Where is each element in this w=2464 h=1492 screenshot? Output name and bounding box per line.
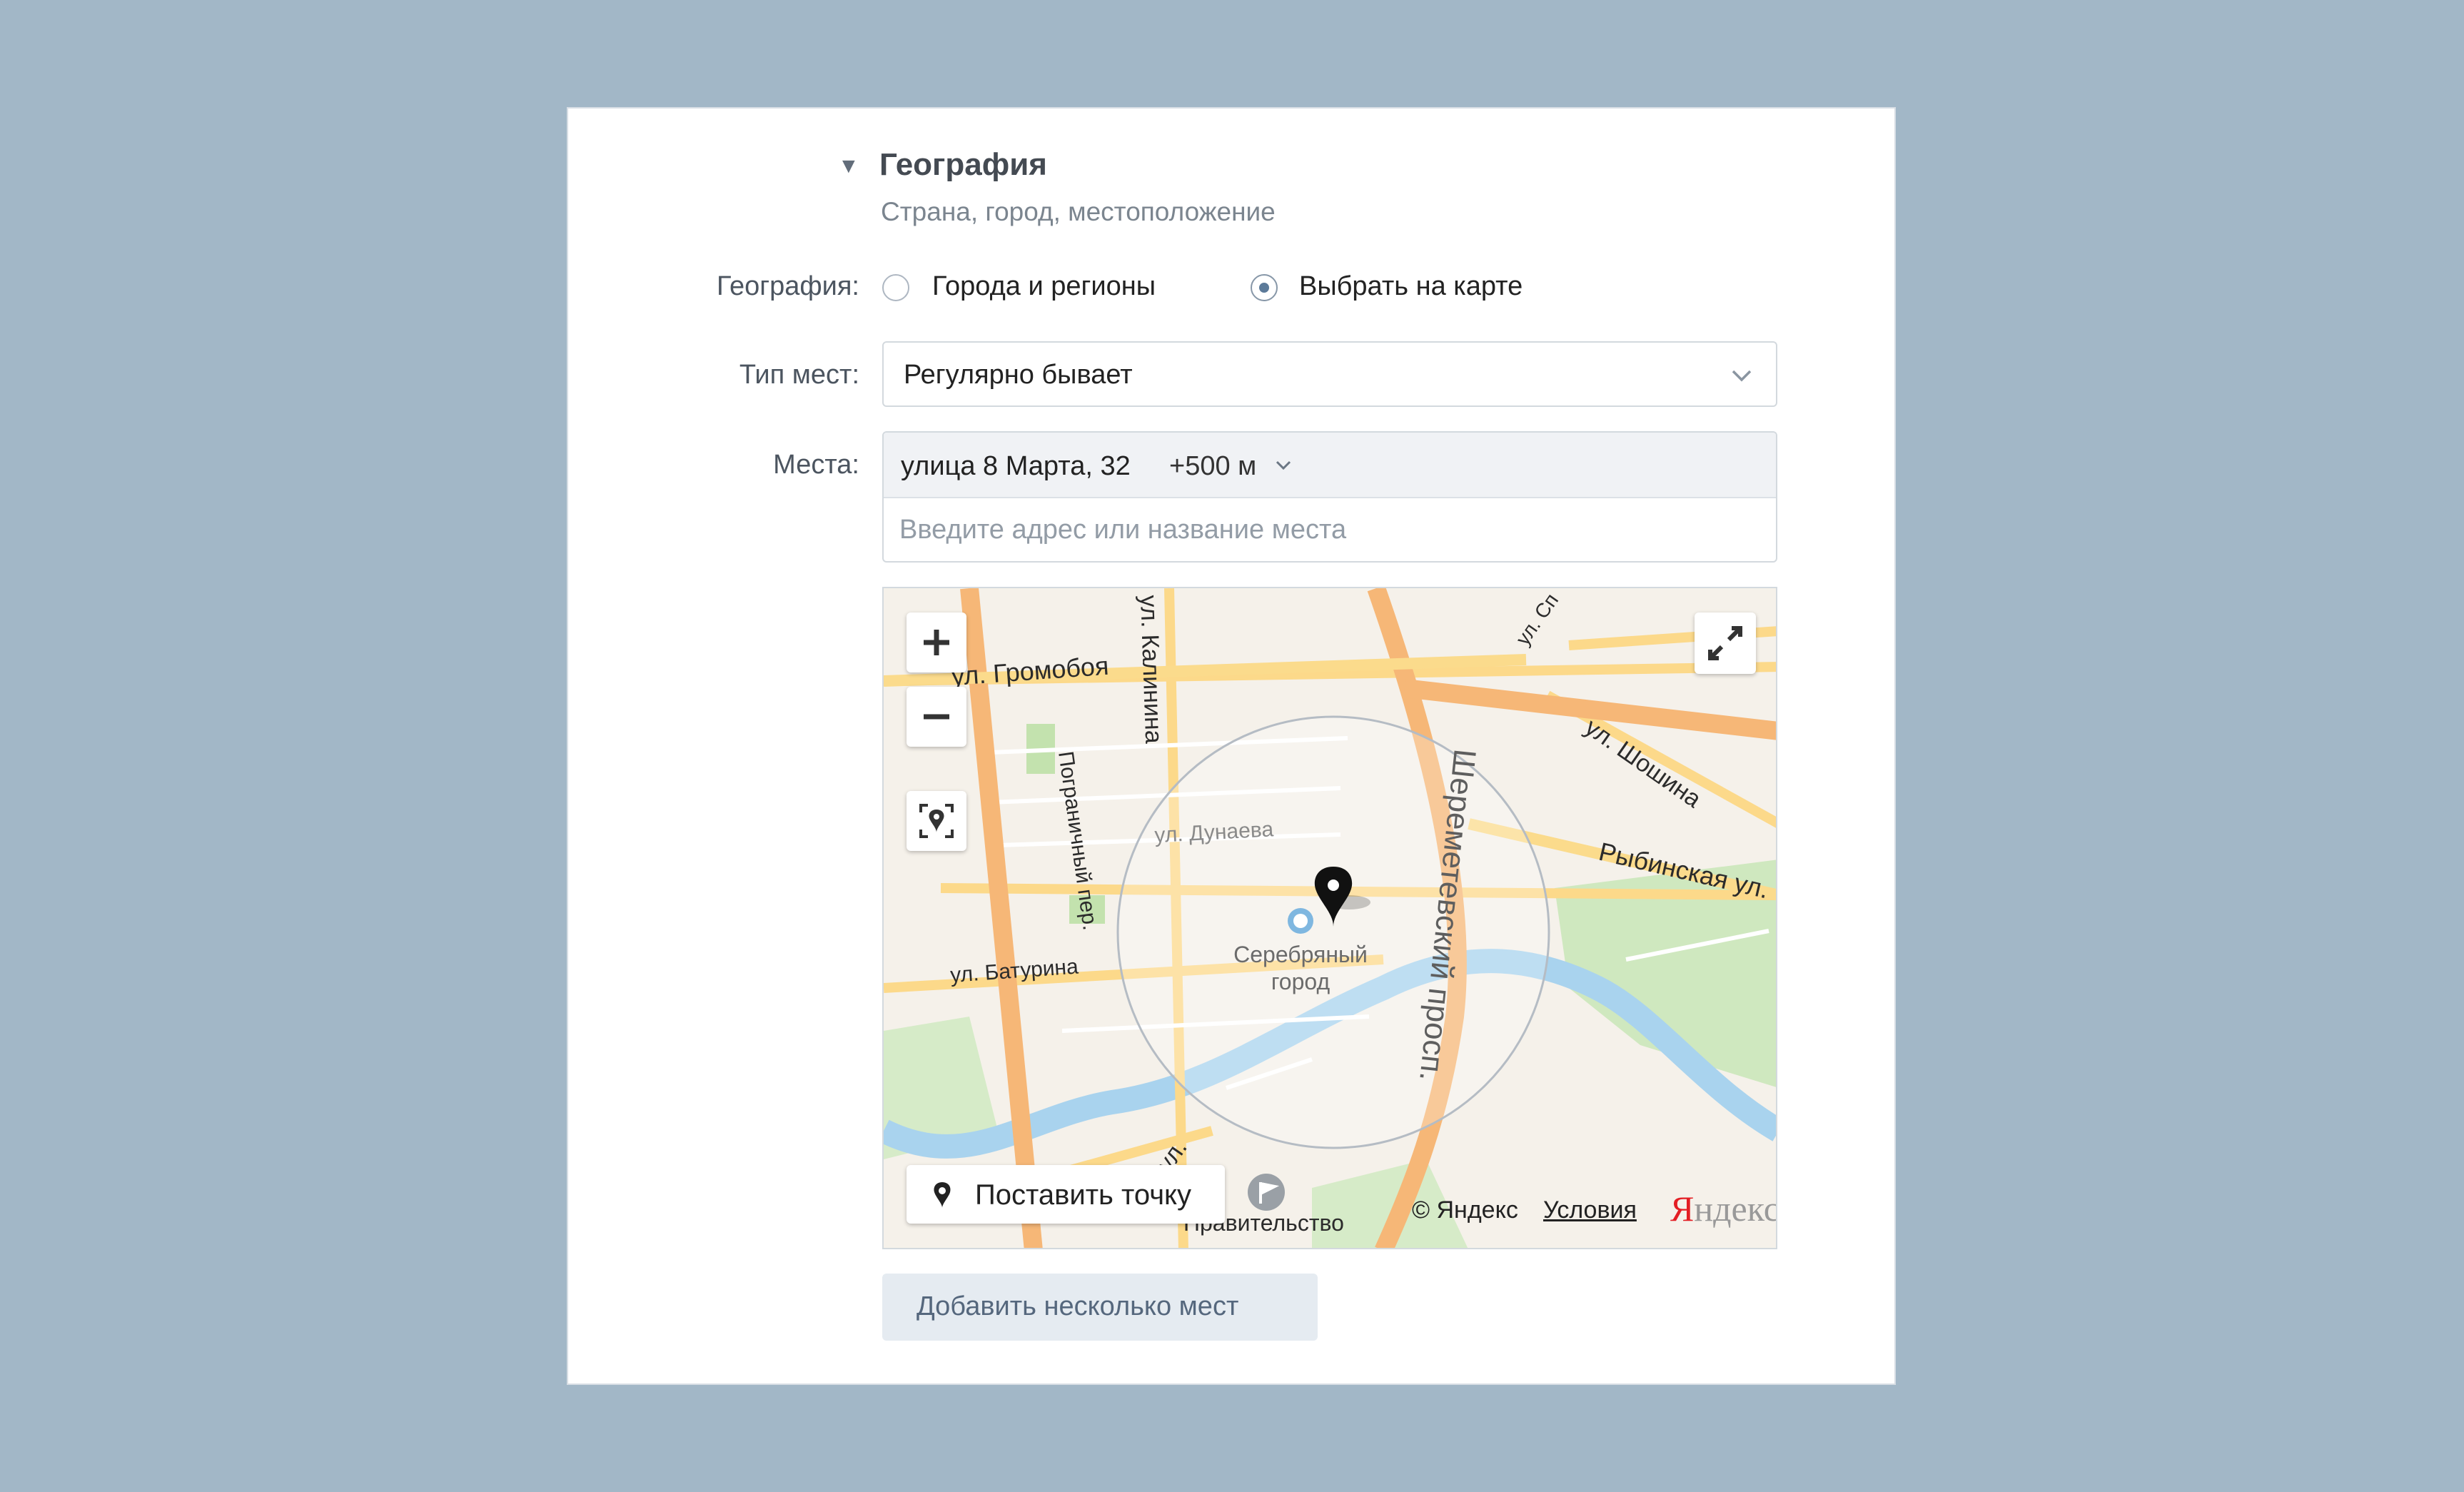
radio-cities-regions-label[interactable]: Города и регионы — [932, 271, 1156, 302]
place-type-label: Тип мест: — [739, 360, 859, 390]
add-several-places-button[interactable]: Добавить несколько мест — [882, 1274, 1318, 1341]
geography-label: География: — [716, 271, 859, 301]
place-type-select[interactable]: Регулярно бывает — [882, 341, 1777, 407]
places-field: улица 8 Марта, 32 +500 м — [882, 431, 1777, 563]
set-point-button[interactable]: Поставить точку — [907, 1165, 1225, 1224]
expand-icon — [1708, 626, 1742, 660]
map-pin-icon — [934, 1182, 951, 1208]
poi-serebryany-gorod-line2: город — [1271, 969, 1331, 994]
selected-place-address: улица 8 Марта, 32 — [901, 451, 1131, 481]
minus-icon — [924, 714, 949, 720]
yandex-logo[interactable]: Яндекс — [1670, 1188, 1776, 1229]
street-kalinina: ул. Калинина — [1135, 595, 1167, 744]
collapse-triangle-icon[interactable]: ▼ — [838, 154, 859, 178]
geolocation-icon — [919, 804, 954, 838]
places-label: Места: — [773, 450, 859, 480]
fullscreen-button[interactable] — [1695, 613, 1756, 674]
radius-chevron-icon[interactable] — [1273, 455, 1293, 475]
plus-icon — [924, 630, 949, 655]
section-subtitle: Страна, город, местоположение — [881, 197, 1276, 226]
geolocation-button[interactable] — [907, 791, 966, 851]
selected-place-token: улица 8 Марта, 32 +500 м — [884, 433, 1776, 498]
map[interactable]: ул. Громобоя ул. Калинина Пограничный пе… — [882, 587, 1777, 1249]
zoom-in-button[interactable] — [907, 613, 966, 672]
radio-cities-regions[interactable] — [882, 274, 909, 301]
radio-choose-on-map-label[interactable]: Выбрать на карте — [1299, 271, 1523, 302]
zoom-out-button[interactable] — [907, 687, 966, 747]
radio-choose-on-map[interactable] — [1251, 274, 1278, 301]
place-search-input[interactable] — [899, 507, 1756, 553]
radius-dropdown[interactable]: +500 м — [1169, 451, 1256, 482]
poi-serebryany-gorod-line1: Серебряный — [1233, 942, 1368, 967]
set-point-label: Поставить точку — [975, 1179, 1192, 1211]
map-tiles[interactable]: ул. Громобоя ул. Калинина Пограничный пе… — [884, 588, 1777, 1249]
add-several-places-label: Добавить несколько мест — [917, 1291, 1239, 1321]
place-type-value: Регулярно бывает — [904, 360, 1133, 390]
map-copyright: © Яндекс — [1412, 1196, 1518, 1224]
map-terms-link[interactable]: Условия — [1543, 1196, 1637, 1224]
section-title[interactable]: География — [879, 147, 1047, 183]
chevron-down-icon — [1732, 370, 1752, 382]
